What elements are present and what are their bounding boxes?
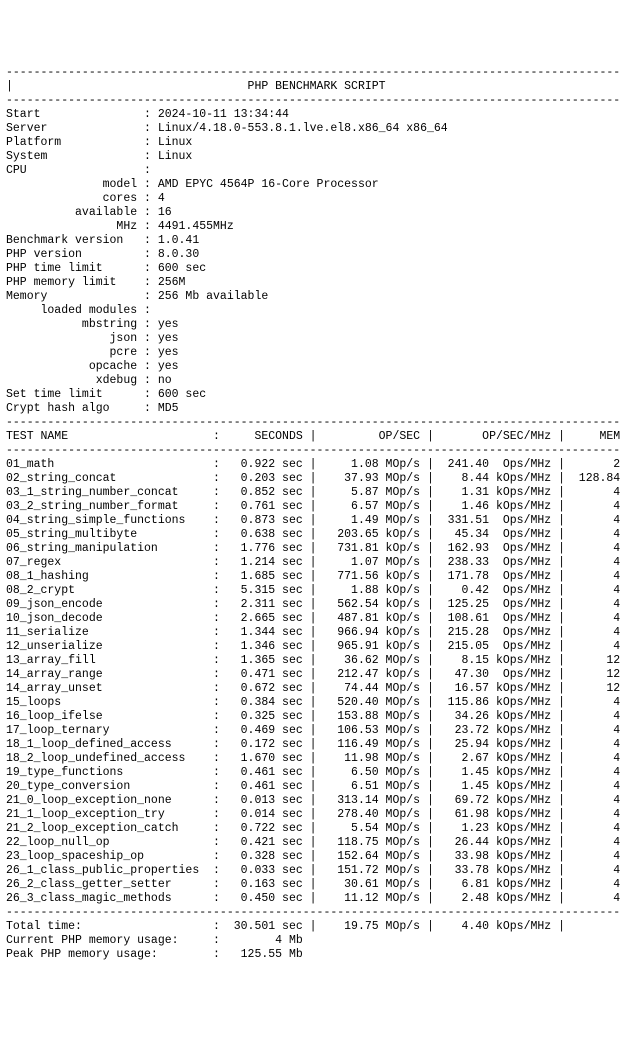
info-row: pcre : yes [6, 346, 179, 359]
table-row: 02_string_concat : 0.203 sec | 37.93 MOp… [6, 472, 620, 485]
table-row: 01_math : 0.922 sec | 1.08 MOp/s | 241.4… [6, 458, 620, 471]
table-row: 26_1_class_public_properties : 0.033 sec… [6, 864, 620, 877]
table-row: 11_serialize : 1.344 sec | 966.94 kOp/s … [6, 626, 620, 639]
table-row: 04_string_simple_functions : 0.873 sec |… [6, 514, 620, 527]
divider: ----------------------------------------… [6, 66, 620, 79]
info-row: loaded modules : [6, 304, 158, 317]
info-row: xdebug : no [6, 374, 172, 387]
table-row: 14_array_unset : 0.672 sec | 74.44 MOp/s… [6, 682, 620, 695]
info-row: CPU : [6, 164, 158, 177]
table-row: 13_array_fill : 1.365 sec | 36.62 MOp/s … [6, 654, 620, 667]
info-row: available : 16 [6, 206, 172, 219]
info-row: Crypt hash algo : MD5 [6, 402, 179, 415]
table-row: 19_type_functions : 0.461 sec | 6.50 MOp… [6, 766, 620, 779]
table-row: 21_1_loop_exception_try : 0.014 sec | 27… [6, 808, 620, 821]
table-row: 20_type_conversion : 0.461 sec | 6.51 MO… [6, 780, 620, 793]
table-row: 16_loop_ifelse : 0.325 sec | 153.88 MOp/… [6, 710, 620, 723]
info-row: model : AMD EPYC 4564P 16-Core Processor [6, 178, 379, 191]
divider: ----------------------------------------… [6, 444, 620, 457]
table-row: 26_3_class_magic_methods : 0.450 sec | 1… [6, 892, 620, 905]
info-row: System : Linux [6, 150, 192, 163]
info-row: Start : 2024-10-11 13:34:44 [6, 108, 289, 121]
info-row: MHz : 4491.455MHz [6, 220, 234, 233]
table-row: 17_loop_ternary : 0.469 sec | 106.53 MOp… [6, 724, 620, 737]
table-row: 26_2_class_getter_setter : 0.163 sec | 3… [6, 878, 620, 891]
table-row: 10_json_decode : 2.665 sec | 487.81 kOp/… [6, 612, 620, 625]
info-row: PHP version : 8.0.30 [6, 248, 199, 261]
table-row: 21_0_loop_exception_none : 0.013 sec | 3… [6, 794, 620, 807]
table-row: 21_2_loop_exception_catch : 0.722 sec | … [6, 822, 620, 835]
table-row: 07_regex : 1.214 sec | 1.07 MOp/s | 238.… [6, 556, 620, 569]
divider: ----------------------------------------… [6, 906, 620, 919]
table-row: 18_1_loop_defined_access : 0.172 sec | 1… [6, 738, 620, 751]
table-row: 06_string_manipulation : 1.776 sec | 731… [6, 542, 620, 555]
info-row: opcache : yes [6, 360, 179, 373]
table-row: 08_2_crypt : 5.315 sec | 1.88 kOp/s | 0.… [6, 584, 620, 597]
table-row: 03_1_string_number_concat : 0.852 sec | … [6, 486, 620, 499]
info-row: PHP time limit : 600 sec [6, 262, 206, 275]
table-row: 14_array_range : 0.471 sec | 212.47 kOp/… [6, 668, 620, 681]
summary-row: Current PHP memory usage: : 4 Mb [6, 934, 303, 947]
table-row: 05_string_multibyte : 0.638 sec | 203.65… [6, 528, 620, 541]
divider: ----------------------------------------… [6, 416, 620, 429]
table-row: 08_1_hashing : 1.685 sec | 771.56 kOp/s … [6, 570, 620, 583]
summary-row: Peak PHP memory usage: : 125.55 Mb [6, 948, 303, 961]
summary-row: Total time: : 30.501 sec | 19.75 MOp/s |… [6, 920, 620, 933]
table-row: 03_2_string_number_format : 0.761 sec | … [6, 500, 620, 513]
report-title: | PHP BENCHMARK SCRIPT | [6, 80, 620, 93]
table-row: 23_loop_spaceship_op : 0.328 sec | 152.6… [6, 850, 620, 863]
info-row: cores : 4 [6, 192, 165, 205]
info-row: Set time limit : 600 sec [6, 388, 206, 401]
info-row: mbstring : yes [6, 318, 179, 331]
divider: ----------------------------------------… [6, 94, 620, 107]
info-row: PHP memory limit : 256M [6, 276, 185, 289]
table-row: 12_unserialize : 1.346 sec | 965.91 kOp/… [6, 640, 620, 653]
table-row: 09_json_encode : 2.311 sec | 562.54 kOp/… [6, 598, 620, 611]
info-row: json : yes [6, 332, 179, 345]
benchmark-report: ----------------------------------------… [6, 66, 614, 962]
table-row: 15_loops : 0.384 sec | 520.40 MOp/s | 11… [6, 696, 620, 709]
info-row: Memory : 256 Mb available [6, 290, 268, 303]
info-row: Server : Linux/4.18.0-553.8.1.lve.el8.x8… [6, 122, 448, 135]
info-row: Benchmark version : 1.0.41 [6, 234, 199, 247]
table-row: 18_2_loop_undefined_access : 1.670 sec |… [6, 752, 620, 765]
table-row: 22_loop_null_op : 0.421 sec | 118.75 MOp… [6, 836, 620, 849]
table-header: TEST NAME : SECONDS | OP/SEC | OP/SEC/MH… [6, 430, 620, 443]
info-row: Platform : Linux [6, 136, 192, 149]
